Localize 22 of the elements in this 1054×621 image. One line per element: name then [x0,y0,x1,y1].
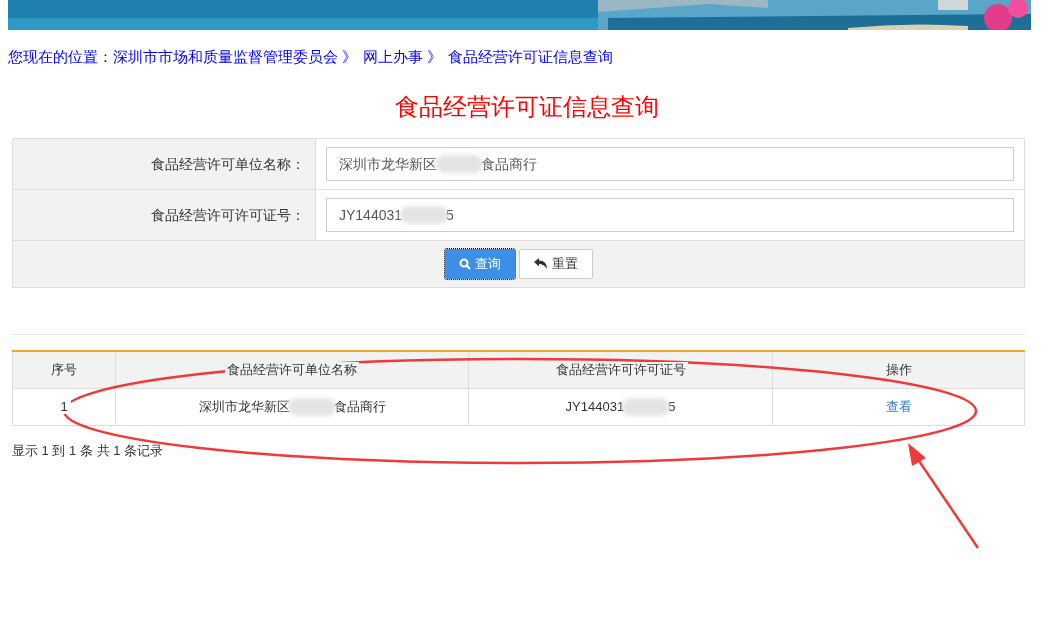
redaction-blur [435,155,483,173]
pagination-info: 显示 1 到 1 条 共 1 条记录 [12,441,163,460]
redaction-blur [622,397,671,416]
undo-icon [533,258,548,270]
reset-button[interactable]: 重置 [518,249,593,279]
breadcrumb-link[interactable]: 深圳市市场和质量监督管理委员会 》 [113,47,358,67]
field-label: 食品经营许可许可证号： [151,205,305,225]
search-icon [458,258,471,270]
breadcrumb-label: 您现在的位置： [8,47,113,67]
column-header: 食品经营许可单位名称 [225,362,359,377]
column-header: 食品经营许可许可证号 [553,362,688,377]
column-header: 序号 [49,362,79,377]
view-link[interactable]: 查看 [885,398,912,414]
breadcrumb-link[interactable]: 食品经营许可证信息查询 [448,47,614,67]
table-cell: JY144031 5 [565,396,676,417]
table-cell: 深圳市龙华新区 食品商行 [198,396,386,417]
page-title: 食品经营许可证信息查询 [395,92,659,122]
input-field[interactable]: 深圳市龙华新区 食品商行 [326,147,1014,181]
breadcrumb-link[interactable]: 网上办事 》 [363,47,443,67]
input-field[interactable]: JY144031 5 [326,198,1014,232]
column-header: 操作 [883,362,914,377]
field-label: 食品经营许可单位名称： [151,154,305,174]
